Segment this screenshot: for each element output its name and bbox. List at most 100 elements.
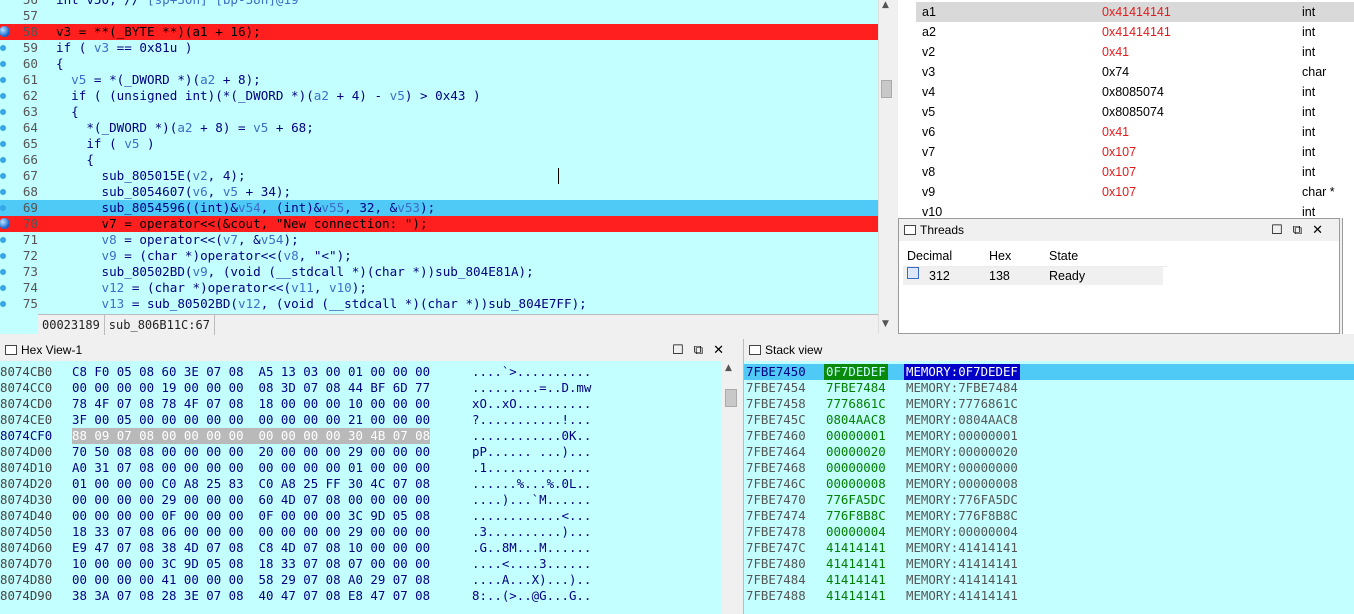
pseudocode-lines[interactable]: 56 int v50; // [sp+30h] [bp-38h]@19 5758 v3… (0, 0, 878, 314)
hex-row[interactable]: 8074CF0 88 09 07 08 00 00 00 00 00 00 00 … (0, 428, 722, 444)
code-line[interactable]: 61 v5 = *(_DWORD *)(a2 + 8); (0, 72, 878, 88)
hex-row[interactable]: 8074D30 00 00 00 00 29 00 00 00 60 4D 07 … (0, 492, 722, 508)
stack-row[interactable]: 7FBE7480 41414141 MEMORY:41414141 (744, 556, 1354, 572)
local-var-row[interactable]: a2 0x41414141 int (916, 22, 1354, 42)
restore-icon[interactable]: ⧉ (694, 342, 713, 357)
code-line[interactable]: 58 v3 = **(_BYTE **)(a1 + 16); (0, 24, 878, 40)
stack-row[interactable]: 7FBE7464 00000020 MEMORY:00000020 (744, 444, 1354, 460)
code-line[interactable]: 67 sub_805015E(v2, 4); (0, 168, 878, 184)
local-var-row[interactable]: v8 0x107 int (916, 162, 1354, 182)
hex-row[interactable]: 8074CB0 C8 F0 05 08 60 3E 07 08 A5 13 03 … (0, 364, 722, 380)
code-line[interactable]: 59 if ( v3 == 0x81u ) (0, 40, 878, 56)
stack-row[interactable]: 7FBE747C 41414141 MEMORY:41414141 (744, 540, 1354, 556)
code-line[interactable]: 66 { (0, 152, 878, 168)
code-line[interactable]: 73 sub_80502BD(v9, (void (__stdcall *)(c… (0, 264, 878, 280)
local-var-row[interactable]: a1 0x41414141 int (916, 2, 1354, 22)
line-marker-icon[interactable] (0, 61, 6, 67)
line-marker-icon[interactable] (0, 237, 6, 243)
line-marker-icon[interactable] (0, 269, 6, 275)
hex-scrollbar[interactable]: ▲ (722, 361, 740, 614)
hex-view[interactable]: Hex View-1 ☐⧉✕ 8074CB0 C8 F0 05 08 60 3E … (0, 339, 740, 614)
minimize-icon[interactable]: ☐ (1271, 222, 1293, 237)
local-var-row[interactable]: v9 0x107 char * (916, 182, 1354, 202)
restore-icon[interactable]: ⧉ (1293, 222, 1312, 237)
code-line[interactable]: 63 { (0, 104, 878, 120)
line-marker-icon[interactable] (0, 141, 6, 147)
scroll-thumb[interactable] (881, 80, 892, 98)
code-line[interactable]: 69 sub_8054596((int)&v54, (int)&v55, 32,… (0, 200, 878, 216)
hex-row[interactable]: 8074CE0 3F 00 05 00 00 00 00 00 00 00 00 … (0, 412, 722, 428)
code-line[interactable]: 70 v7 = operator<<(&cout, "New connectio… (0, 216, 878, 232)
hex-row[interactable]: 8074D70 10 00 00 00 3C 9D 05 08 18 33 07 … (0, 556, 722, 572)
line-marker-icon[interactable] (0, 77, 6, 83)
stack-row[interactable]: 7FBE7488 41414141 MEMORY:41414141 (744, 588, 1354, 604)
locals-view[interactable]: a1 0x41414141 int a2 0x41414141 int v2 0x41 int v… (898, 0, 1354, 218)
line-marker-icon[interactable] (0, 301, 6, 307)
local-var-row[interactable]: v2 0x41 int (916, 42, 1354, 62)
line-marker-icon[interactable] (0, 173, 6, 179)
stack-row[interactable]: 7FBE7468 00000000 MEMORY:00000000 (744, 460, 1354, 476)
scroll-down-icon[interactable]: ▼ (882, 319, 889, 329)
stack-row[interactable]: 7FBE7474 776F8B8C MEMORY:776F8B8C (744, 508, 1354, 524)
code-line[interactable]: 75 v13 = sub_80502BD(v12, (void (__stdca… (0, 296, 878, 312)
local-var-row[interactable]: v4 0x8085074 int (916, 82, 1354, 102)
hex-row[interactable]: 8074D10 A0 31 07 08 00 00 00 00 00 00 00 … (0, 460, 722, 476)
hex-row[interactable]: 8074CD0 78 4F 07 08 78 4F 07 08 18 00 00 … (0, 396, 722, 412)
stack-row[interactable]: 7FBE7484 41414141 MEMORY:41414141 (744, 572, 1354, 588)
col-decimal[interactable]: Decimal (907, 245, 952, 267)
close-icon[interactable]: ✕ (1312, 222, 1333, 237)
code-line[interactable]: 60 { (0, 56, 878, 72)
local-var-row[interactable]: v5 0x8085074 int (916, 102, 1354, 122)
stack-row[interactable]: 7FBE7450 0F7DEDEF MEMORY:0F7DEDEF (744, 364, 1354, 380)
line-marker-icon[interactable] (0, 285, 6, 291)
hex-row[interactable]: 8074D00 70 50 08 08 00 00 00 00 20 00 00 … (0, 444, 722, 460)
local-var-row[interactable]: v10 int (916, 202, 1354, 218)
stack-titlebar[interactable]: Stack view (744, 339, 1354, 361)
threads-titlebar[interactable]: Threads ☐⧉✕ (899, 219, 1339, 241)
code-line[interactable]: 72 v9 = (char *)operator<<(v8, "<"); (0, 248, 878, 264)
local-var-row[interactable]: v7 0x107 int (916, 142, 1354, 162)
stack-row[interactable]: 7FBE746C 00000008 MEMORY:00000008 (744, 476, 1354, 492)
stack-row[interactable]: 7FBE7478 00000004 MEMORY:00000004 (744, 524, 1354, 540)
col-hex[interactable]: Hex (989, 245, 1011, 267)
scroll-up-icon[interactable]: ▲ (882, 0, 889, 10)
hex-row[interactable]: 8074D20 01 00 00 00 C0 A8 25 83 C0 A8 25 … (0, 476, 722, 492)
hex-row[interactable]: 8074D80 00 00 00 00 41 00 00 00 58 29 07 … (0, 572, 722, 588)
hex-row[interactable]: 8074D40 00 00 00 00 0F 00 00 00 0F 00 00 … (0, 508, 722, 524)
pseudocode-scrollbar[interactable]: ▲ ▼ (878, 0, 894, 334)
thread-row[interactable]: 312 138 Ready (903, 267, 1163, 285)
line-marker-icon[interactable] (0, 45, 6, 51)
close-icon[interactable]: ✕ (713, 342, 734, 357)
code-line[interactable]: 71 v8 = operator<<(v7, &v54); (0, 232, 878, 248)
col-state[interactable]: State (1049, 245, 1078, 267)
hex-titlebar[interactable]: Hex View-1 ☐⧉✕ (0, 339, 740, 361)
stack-row[interactable]: 7FBE7470 776FA5DC MEMORY:776FA5DC (744, 492, 1354, 508)
pseudocode-view[interactable]: 56 int v50; // [sp+30h] [bp-38h]@19 5758 v3… (0, 0, 894, 335)
scroll-up-icon[interactable]: ▲ (725, 363, 732, 373)
code-line[interactable]: 74 v12 = (char *)operator<<(v11, v10); (0, 280, 878, 296)
minimize-icon[interactable]: ☐ (672, 342, 694, 357)
threads-panel[interactable]: Threads ☐⧉✕ Decimal Hex State 312 138 Re… (898, 218, 1340, 334)
code-line[interactable]: 62 if ( (unsigned int)(*(_DWORD *)(a2 + … (0, 88, 878, 104)
code-line[interactable]: 57 (0, 8, 878, 24)
stack-row[interactable]: 7FBE7460 00000001 MEMORY:00000001 (744, 428, 1354, 444)
stack-row[interactable]: 7FBE7458 7776861C MEMORY:7776861C (744, 396, 1354, 412)
hex-row[interactable]: 8074CC0 00 00 00 00 19 00 00 00 08 3D 07 … (0, 380, 722, 396)
code-line[interactable]: 65 if ( v5 ) (0, 136, 878, 152)
line-marker-icon[interactable] (0, 253, 6, 259)
code-line[interactable]: 68 sub_8054607(v6, v5 + 34); (0, 184, 878, 200)
stack-row[interactable]: 7FBE7454 7FBE7484 MEMORY:7FBE7484 (744, 380, 1354, 396)
stack-row[interactable]: 7FBE745C 0804AAC8 MEMORY:0804AAC8 (744, 412, 1354, 428)
code-line[interactable]: 56 int v50; // [sp+30h] [bp-38h]@19 (0, 0, 878, 8)
line-marker-icon[interactable] (0, 157, 6, 163)
line-marker-icon[interactable] (0, 205, 6, 211)
local-var-row[interactable]: v6 0x41 int (916, 122, 1354, 142)
stack-view[interactable]: Stack view 7FBE7450 0F7DEDEF MEMORY:0F7DED… (743, 339, 1354, 614)
line-marker-icon[interactable] (0, 109, 6, 115)
code-line[interactable]: 64 *(_DWORD *)(a2 + 8) = v5 + 68; (0, 120, 878, 136)
line-marker-icon[interactable] (0, 189, 6, 195)
line-marker-icon[interactable] (0, 93, 6, 99)
scroll-thumb[interactable] (725, 389, 737, 407)
hex-row[interactable]: 8074D90 38 3A 07 08 28 3E 07 08 40 47 07 … (0, 588, 722, 604)
line-marker-icon[interactable] (0, 125, 6, 131)
